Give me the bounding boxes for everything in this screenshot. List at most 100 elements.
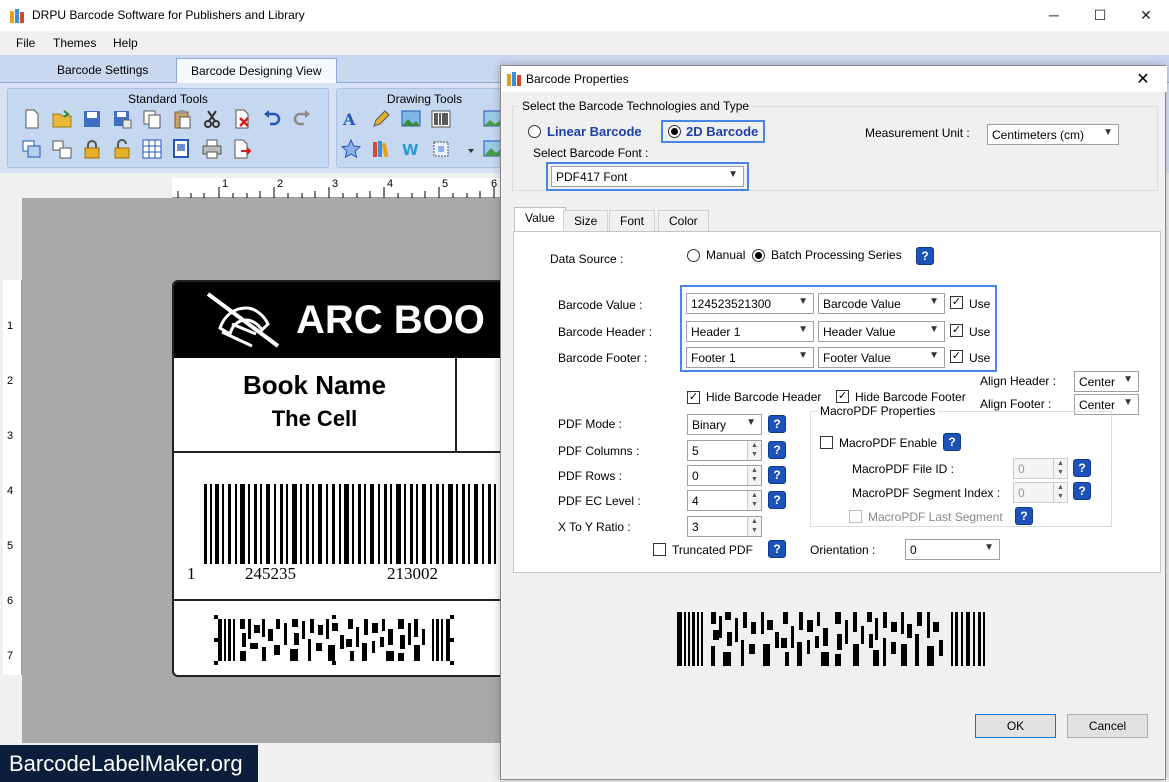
pdf-mode-select[interactable]: Binary ▼ <box>687 414 762 435</box>
hide-header-label[interactable]: Hide Barcode Header <box>706 390 821 404</box>
barcode-footer-source-select[interactable]: Footer Value ▼ <box>818 347 945 368</box>
barcode-value-select[interactable]: 124523521300 ▼ <box>686 293 814 314</box>
tab-size[interactable]: Size <box>563 210 609 231</box>
ok-button[interactable]: OK <box>975 714 1056 738</box>
help-icon[interactable]: ? <box>943 433 961 451</box>
help-icon[interactable]: ? <box>1073 482 1091 500</box>
twod-barcode-radio[interactable] <box>668 125 681 138</box>
open-folder-icon[interactable] <box>52 109 72 129</box>
truncated-pdf-label[interactable]: Truncated PDF <box>672 543 753 557</box>
xy-ratio-spinner[interactable]: 3 ▲ ▼ <box>687 516 762 537</box>
text-icon[interactable]: A <box>341 109 361 129</box>
save-as-icon[interactable] <box>112 109 132 129</box>
barcode-header-use-label[interactable]: Use <box>969 325 990 339</box>
label-pdf417-area[interactable] <box>174 601 510 675</box>
hide-footer-checkbox[interactable]: ✓ <box>836 390 849 403</box>
redo-icon[interactable] <box>292 109 312 129</box>
spinner-arrows-icon[interactable]: ▲ ▼ <box>747 491 761 510</box>
tab-color[interactable]: Color <box>658 210 709 231</box>
paste-icon[interactable] <box>172 109 192 129</box>
undo-icon[interactable] <box>262 109 282 129</box>
maximize-button[interactable]: ☐ <box>1077 0 1123 31</box>
print-icon[interactable] <box>202 139 222 159</box>
tab-value[interactable]: Value <box>514 207 566 232</box>
macropdf-last-segment-label[interactable]: MacroPDF Last Segment <box>868 510 1003 524</box>
word-art-icon[interactable]: W <box>401 139 421 159</box>
barcode-footer-use-checkbox[interactable]: ✓ <box>950 350 963 363</box>
macropdf-last-segment-checkbox[interactable] <box>849 510 862 523</box>
delete-icon[interactable] <box>232 109 252 129</box>
batch-processing-label[interactable]: Batch Processing Series <box>771 248 902 262</box>
close-button[interactable]: ✕ <box>1123 0 1169 31</box>
chevron-down-icon[interactable] <box>467 147 475 155</box>
help-icon[interactable]: ? <box>768 491 786 509</box>
menu-file[interactable]: File <box>16 36 35 50</box>
barcode-footer-select[interactable]: Footer 1 ▼ <box>686 347 814 368</box>
library-books-icon[interactable] <box>371 139 391 159</box>
pdf-ec-level-spinner[interactable]: 4 ▲ ▼ <box>687 490 762 511</box>
spinner-arrows-icon[interactable]: ▲ ▼ <box>747 517 761 536</box>
tab-barcode-designing-view[interactable]: Barcode Designing View <box>176 58 337 83</box>
unlock-icon[interactable] <box>112 139 132 159</box>
spinner-arrows-icon[interactable]: ▲ ▼ <box>747 441 761 460</box>
picture-icon[interactable] <box>401 109 421 129</box>
menu-help[interactable]: Help <box>113 36 138 50</box>
grid-icon[interactable] <box>142 139 162 159</box>
barcode-value-use-checkbox[interactable]: ✓ <box>950 296 963 309</box>
export-icon[interactable] <box>232 139 252 159</box>
align-header-select[interactable]: Center ▼ <box>1074 371 1139 392</box>
group-icon[interactable] <box>22 139 42 159</box>
shape-select-icon[interactable] <box>431 139 451 159</box>
pdf-columns-spinner[interactable]: 5 ▲ ▼ <box>687 440 762 461</box>
spinner-arrows-icon[interactable]: ▲ ▼ <box>1053 459 1067 478</box>
dialog-close-button[interactable]: ✕ <box>1133 69 1153 89</box>
barcode-font-select[interactable]: PDF417 Font ▼ <box>551 166 744 187</box>
pdf-rows-spinner[interactable]: 0 ▲ ▼ <box>687 465 762 486</box>
minimize-button[interactable]: ─ <box>1031 0 1077 31</box>
spinner-arrows-icon[interactable]: ▲ ▼ <box>747 466 761 485</box>
copy-icon[interactable] <box>142 109 162 129</box>
macropdf-enable-label[interactable]: MacroPDF Enable <box>839 436 937 450</box>
orientation-select[interactable]: 0 ▼ <box>905 539 1000 560</box>
tab-barcode-settings[interactable]: Barcode Settings <box>43 58 162 83</box>
barcode-header-use-checkbox[interactable]: ✓ <box>950 324 963 337</box>
tab-font[interactable]: Font <box>609 210 656 231</box>
barcode-header-select[interactable]: Header 1 ▼ <box>686 321 814 342</box>
barcode-header-source-select[interactable]: Header Value ▼ <box>818 321 945 342</box>
barcode-value-use-label[interactable]: Use <box>969 297 990 311</box>
macropdf-enable-checkbox[interactable] <box>820 436 833 449</box>
hide-footer-label[interactable]: Hide Barcode Footer <box>855 390 966 404</box>
help-icon[interactable]: ? <box>768 415 786 433</box>
linear-barcode-radio[interactable] <box>528 125 541 138</box>
pencil-icon[interactable] <box>371 109 391 129</box>
batch-processing-radio[interactable] <box>752 249 765 262</box>
cancel-button[interactable]: Cancel <box>1067 714 1148 738</box>
truncated-pdf-checkbox[interactable] <box>653 543 666 556</box>
barcode-footer-use-label[interactable]: Use <box>969 351 990 365</box>
measurement-unit-select[interactable]: Centimeters (cm) ▼ <box>987 124 1119 145</box>
hide-header-checkbox[interactable]: ✓ <box>687 391 700 404</box>
star-icon[interactable] <box>341 139 361 159</box>
macropdf-segment-index-spinner[interactable]: 0 ▲ ▼ <box>1013 482 1068 503</box>
barcode-value-source-select[interactable]: Barcode Value ▼ <box>818 293 945 314</box>
help-icon[interactable]: ? <box>916 247 934 265</box>
help-icon[interactable]: ? <box>768 540 786 558</box>
print-preview-icon[interactable] <box>172 139 192 159</box>
linear-barcode-label[interactable]: Linear Barcode <box>547 124 642 139</box>
manual-radio[interactable] <box>687 249 700 262</box>
help-icon[interactable]: ? <box>1015 507 1033 525</box>
lock-icon[interactable] <box>82 139 102 159</box>
help-icon[interactable]: ? <box>1073 459 1091 477</box>
barcode-icon[interactable] <box>431 109 451 129</box>
help-icon[interactable]: ? <box>768 441 786 459</box>
new-icon[interactable] <box>22 109 42 129</box>
spinner-arrows-icon[interactable]: ▲ ▼ <box>1053 483 1067 502</box>
save-icon[interactable] <box>82 109 102 129</box>
ungroup-icon[interactable] <box>52 139 72 159</box>
manual-label[interactable]: Manual <box>706 248 745 262</box>
twod-barcode-option[interactable]: 2D Barcode <box>661 120 765 143</box>
macropdf-file-id-spinner[interactable]: 0 ▲ ▼ <box>1013 458 1068 479</box>
twod-barcode-label[interactable]: 2D Barcode <box>686 124 758 139</box>
menu-themes[interactable]: Themes <box>53 36 96 50</box>
cut-icon[interactable] <box>202 109 222 129</box>
